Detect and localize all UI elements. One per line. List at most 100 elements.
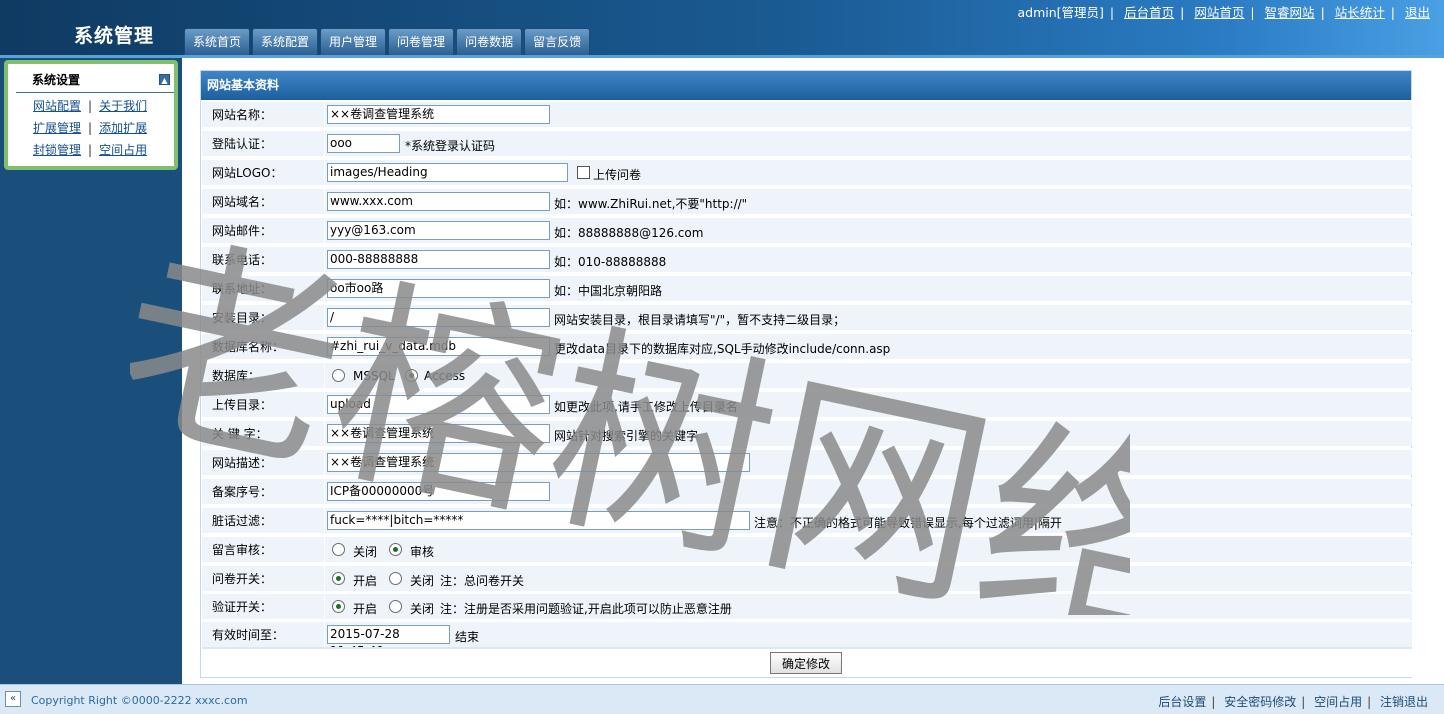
tab-user-manage[interactable]: 用户管理 [320, 28, 387, 55]
login-code-input[interactable]: ooo [327, 134, 400, 153]
tab-feedback[interactable]: 留言反馈 [524, 28, 591, 55]
keywords-note: 网站针对搜索引擎的关键字 [554, 429, 699, 443]
site-name-input[interactable]: ××卷调查管理系统 [327, 105, 550, 124]
sidebar-item-block-manage[interactable]: 封锁管理 [33, 143, 81, 157]
sidebar-item-disk-usage[interactable]: 空间占用 [99, 143, 147, 157]
collapse-up-icon[interactable]: ▲ [159, 74, 170, 85]
email-label: 网站邮件： [212, 224, 273, 238]
tab-system-home[interactable]: 系统首页 [184, 28, 251, 55]
survey-off-radio[interactable] [389, 572, 402, 585]
form-row-db-type: 数据库： MSSQL Access [202, 361, 1412, 388]
install-dir-note: 网站安装目录，根目录请填写"/"，暂不支持二级目录； [554, 313, 846, 327]
current-user: admin[管理员] [1017, 5, 1104, 20]
verify-on-radio[interactable] [332, 600, 345, 613]
header: 系统管理 admin[管理员] | 后台首页 | 网站首页 | 智睿网站 | 站长统计 |… [0, 0, 1444, 58]
filter-label: 脏话过滤： [212, 514, 273, 528]
tab-survey-manage[interactable]: 问卷管理 [388, 28, 455, 55]
form-row-survey-switch: 问卷开关： 开启 关闭 注：总问卷开关 [202, 564, 1412, 591]
footer-logout-link[interactable]: 注销退出 [1380, 695, 1428, 709]
db-access-label: Access [424, 369, 466, 383]
logout-link[interactable]: 退出 [1405, 5, 1430, 20]
main-content: 网站基本资料 网站名称： ××卷调查管理系统 登陆认证： ooo *系统登录认证… [182, 58, 1444, 684]
zhirui-site-link[interactable]: 智睿网站 [1265, 5, 1315, 20]
db-access-radio[interactable] [405, 369, 418, 382]
tab-system-config[interactable]: 系统配置 [252, 28, 319, 55]
phone-label: 联系电话： [212, 253, 273, 267]
verify-off-radio[interactable] [389, 600, 402, 613]
form-row-address: 联系地址： oo市oo路 如：中国北京朝阳路 [202, 274, 1412, 301]
survey-on-radio[interactable] [332, 572, 345, 585]
site-name-label: 网站名称： [212, 108, 273, 122]
survey-switch-note: 注：总问卷开关 [440, 574, 525, 588]
footer-links: 后台设置 | 安全密码修改 | 空间占用 | 注销退出 [1158, 695, 1428, 709]
site-home-link[interactable]: 网站首页 [1194, 5, 1244, 20]
site-logo-label: 网站LOGO： [212, 166, 283, 180]
verify-switch-label: 验证开关： [212, 600, 273, 614]
footer: « Copyright Right ©0000-2222 xxxc.com 后台… [0, 684, 1444, 714]
sidebar-item-add-extension[interactable]: 添加扩展 [99, 121, 147, 135]
login-code-note: *系统登录认证码 [405, 139, 496, 153]
db-name-input[interactable]: #zhi_rui_v_data.mdb [327, 337, 550, 356]
sidebar-item-about[interactable]: 关于我们 [99, 99, 147, 113]
form-row-login-code: 登陆认证： ooo *系统登录认证码 [202, 129, 1412, 156]
filter-note: 注意：不正确的格式可能导致错误显示,每个过滤词用|隔开 [754, 516, 1062, 530]
db-mssql-radio[interactable] [332, 369, 345, 382]
upload-survey-checkbox[interactable] [577, 166, 590, 179]
form-row-email: 网站邮件： yyy@163.com 如：88888888@126.com [202, 216, 1412, 243]
app-title: 系统管理 [74, 25, 155, 47]
db-name-label: 数据库名称： [212, 340, 285, 354]
site-logo-input[interactable]: images/Heading [327, 163, 568, 182]
survey-off-label: 关闭 [410, 574, 435, 588]
survey-on-label: 开启 [353, 574, 378, 588]
email-input[interactable]: yyy@163.com [327, 221, 550, 240]
form-row-message-review: 留言审核： 关闭 审核 [202, 535, 1412, 562]
form-row-site-name: 网站名称： ××卷调查管理系统 [202, 100, 1412, 127]
upload-dir-label: 上传目录： [212, 398, 273, 412]
expire-input[interactable]: 2015-07-28 11:45:49 [327, 625, 450, 658]
review-off-label: 关闭 [353, 545, 378, 559]
footer-password-link[interactable]: 安全密码修改 [1224, 695, 1296, 709]
upload-dir-input[interactable]: upload [327, 395, 550, 414]
admin-home-link[interactable]: 后台首页 [1124, 5, 1174, 20]
description-input[interactable]: ××卷调查管理系统 [327, 453, 750, 472]
sidebar-menu: 系统设置 ▲ 网站配置 | 关于我们 扩展管理 | 添加扩展 封锁管理 | 空间占用 [4, 60, 178, 170]
sidebar-item-extensions[interactable]: 扩展管理 [33, 121, 81, 135]
sidebar: 系统设置 ▲ 网站配置 | 关于我们 扩展管理 | 添加扩展 封锁管理 | 空间占用 [0, 58, 182, 684]
form-row-filter: 脏话过滤： fuck=****|bitch=***** 注意：不正确的格式可能导… [202, 506, 1412, 533]
domain-input[interactable]: www.xxx.com [327, 192, 550, 211]
address-input[interactable]: oo市oo路 [327, 279, 550, 298]
collapse-left-icon[interactable]: « [5, 691, 21, 707]
top-links: admin[管理员] | 后台首页 | 网站首页 | 智睿网站 | 站长统计 | 退出 [1017, 5, 1430, 20]
domain-note: 如：www.ZhiRui.net,不要"http://" [554, 197, 748, 211]
settings-panel: 网站基本资料 网站名称： ××卷调查管理系统 登陆认证： ooo *系统登录认证… [200, 70, 1412, 678]
upload-survey-label: 上传问卷 [593, 168, 642, 182]
survey-switch-label: 问卷开关： [212, 572, 273, 586]
icp-input[interactable]: ICP备00000000号 [327, 482, 550, 501]
address-label: 联系地址： [212, 282, 273, 296]
review-off-radio[interactable] [332, 543, 345, 556]
filter-input[interactable]: fuck=****|bitch=***** [327, 511, 750, 530]
form-row-db-name: 数据库名称： #zhi_rui_v_data.mdb 更改data目录下的数据库… [202, 332, 1412, 359]
submit-row: 确定修改 [202, 647, 1412, 677]
keywords-input[interactable]: ××卷调查管理系统 [327, 424, 550, 443]
db-name-note: 更改data目录下的数据库对应,SQL手动修改include/conn.asp [554, 342, 891, 356]
login-code-label: 登陆认证： [212, 137, 273, 151]
db-mssql-label: MSSQL [353, 369, 395, 383]
stats-link[interactable]: 站长统计 [1335, 5, 1385, 20]
verify-switch-note: 注：注册是否采用问题验证,开启此项可以防止恶意注册 [440, 602, 732, 616]
install-dir-label: 安装目录： [212, 311, 273, 325]
phone-input[interactable]: 000-88888888 [327, 250, 550, 269]
sidebar-title: 系统设置 [32, 73, 81, 87]
sidebar-item-site-config[interactable]: 网站配置 [33, 99, 81, 113]
footer-disk-usage-link[interactable]: 空间占用 [1314, 695, 1362, 709]
submit-button[interactable]: 确定修改 [770, 652, 842, 674]
form-row-upload-dir: 上传目录： upload 如更改此项,请手工修改上传目录名 [202, 390, 1412, 417]
panel-title: 网站基本资料 [201, 71, 1411, 100]
icp-label: 备案序号： [212, 485, 273, 499]
footer-admin-settings-link[interactable]: 后台设置 [1158, 695, 1206, 709]
sidebar-row: 扩展管理 | 添加扩展 [33, 121, 148, 135]
form-row-icp: 备案序号： ICP备00000000号 [202, 477, 1412, 504]
tab-survey-data[interactable]: 问卷数据 [456, 28, 523, 55]
install-dir-input[interactable]: / [327, 308, 550, 327]
review-on-radio[interactable] [389, 543, 402, 556]
